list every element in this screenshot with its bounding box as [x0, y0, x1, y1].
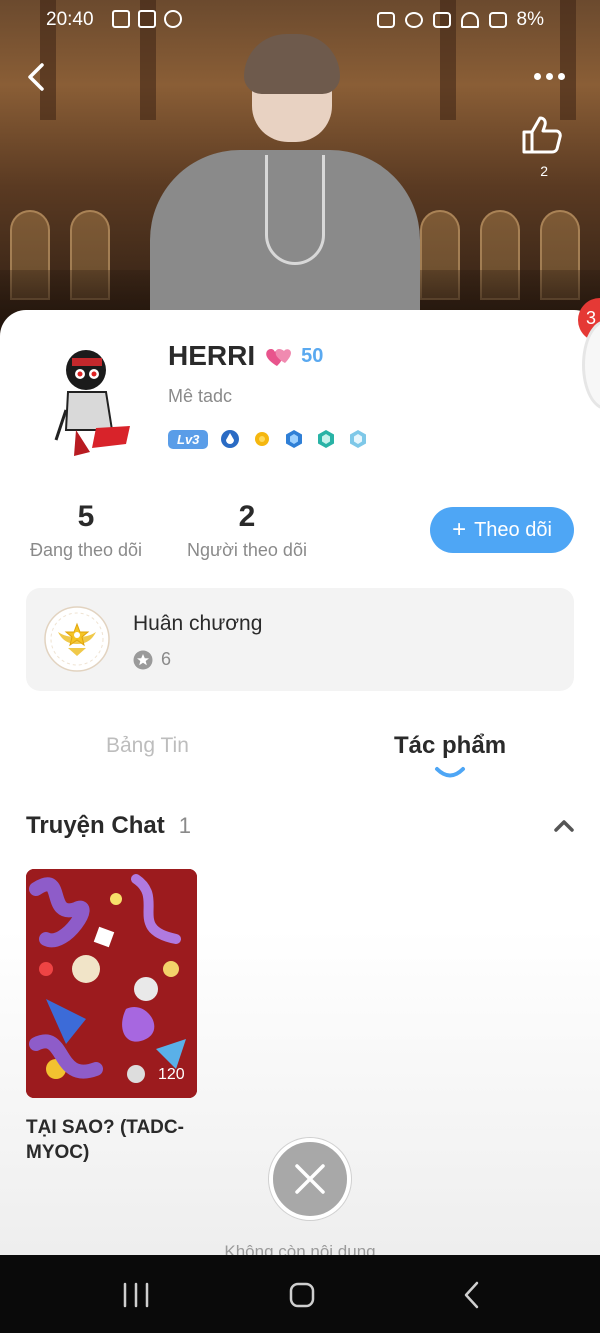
hexagon-teal-badge-icon[interactable] [316, 429, 336, 449]
coin-badge-icon[interactable] [252, 429, 272, 449]
battery-level: 8% [516, 9, 544, 30]
level-badge[interactable]: Lv3 [168, 429, 209, 449]
system-nav-bar [0, 1255, 600, 1333]
status-time: 20:40 [46, 9, 94, 30]
end-of-content-text: Không còn nội dung [224, 1242, 376, 1256]
alarm-icon [404, 12, 423, 28]
mute-icon [432, 12, 451, 28]
story-title[interactable]: TẠI SAO? (TADC-MYOC) [26, 1116, 226, 1165]
messenger-icon [164, 10, 182, 28]
story-cover-art [26, 869, 197, 1098]
heart-icon [266, 349, 292, 366]
heart-count: 50 [301, 344, 324, 367]
active-tab-indicator [435, 767, 465, 778]
story-views: 120 [158, 1066, 185, 1083]
star-icon [133, 650, 153, 669]
recent-apps-icon[interactable] [120, 1279, 152, 1311]
system-icons: 8% [376, 9, 544, 31]
wifi-icon [460, 12, 479, 28]
medals-title: Huân chương [133, 612, 263, 635]
back-arrow-icon[interactable] [22, 62, 52, 92]
story-cover[interactable] [26, 869, 197, 1098]
back-nav-icon[interactable] [456, 1279, 488, 1311]
profile-tabs: Bảng Tin Tác phẩm [0, 730, 600, 790]
profile-name: HERRI [168, 340, 256, 371]
more-options-icon[interactable] [534, 66, 574, 86]
hexagon-badge-icon[interactable] [284, 429, 304, 449]
water-drop-badge-icon[interactable] [220, 429, 240, 449]
character-chain [265, 155, 325, 265]
profile-name-row: HERRI 50 [168, 340, 323, 372]
character-hair [244, 34, 340, 94]
section-header: Truyện Chat 1 [26, 812, 191, 840]
medals-count-row: 6 [133, 649, 171, 670]
chevron-up-icon[interactable] [552, 818, 576, 834]
app-icon [112, 10, 130, 28]
signal-icon [488, 12, 507, 28]
user-avatar[interactable] [46, 340, 146, 460]
plus-icon: + [452, 516, 467, 543]
follow-button[interactable]: + Theo dõi [430, 507, 574, 553]
status-bar: 20:40 8% [0, 0, 600, 42]
close-icon [295, 1164, 325, 1194]
home-icon[interactable] [286, 1279, 318, 1311]
character-illustration [140, 30, 420, 340]
follow-button-label: Theo dõi [474, 518, 552, 541]
following-label: Đang theo dõi [29, 540, 143, 560]
badge-row: Lv3 [168, 429, 368, 449]
medals-panel[interactable]: Huân chương 6 [26, 588, 574, 691]
section-title: Truyện Chat [26, 812, 165, 839]
section-count: 1 [178, 813, 191, 838]
close-button[interactable] [269, 1138, 351, 1220]
thumbs-up-icon[interactable] [518, 112, 564, 158]
profile-bio: Mê tadc [168, 386, 233, 406]
medal-icon [44, 606, 110, 672]
medals-count: 6 [161, 649, 172, 669]
tab-feed[interactable]: Bảng Tin [106, 734, 189, 758]
following-count: 5 [77, 500, 95, 533]
key-icon [376, 12, 395, 28]
like-count: 2 [540, 163, 548, 179]
followers-count: 2 [238, 500, 256, 533]
followers-label: Người theo dõi [187, 540, 307, 560]
followers-stat[interactable]: 2 Người theo dõi [182, 500, 312, 561]
gallery-icon [138, 10, 156, 28]
following-stat[interactable]: 5 Đang theo dõi [26, 500, 146, 561]
hexagon-light-badge-icon[interactable] [348, 429, 368, 449]
tab-works[interactable]: Tác phẩm [394, 732, 506, 760]
profile-banner: 20:40 8% 2 [0, 0, 600, 340]
notification-icons [112, 10, 182, 28]
